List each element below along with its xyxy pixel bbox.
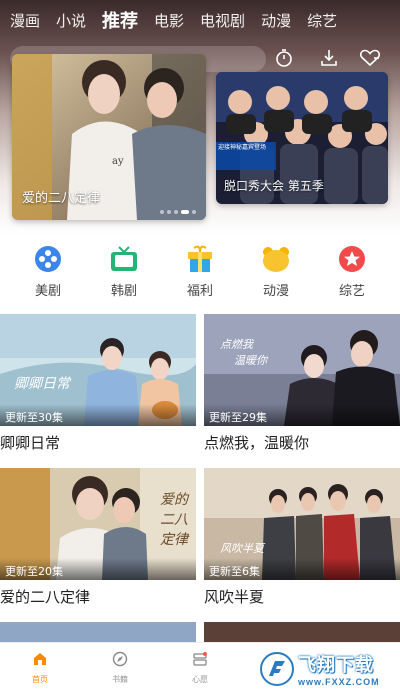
star-icon [336,244,368,274]
watermark-logo-icon [260,652,294,686]
category-anime[interactable]: 动漫 [244,244,308,300]
tv-icon [108,244,140,274]
episode-badge: 更新至29集 [204,404,400,426]
nav-label: 首页 [32,675,48,684]
carousel-dot[interactable] [192,210,196,214]
favorite-icon[interactable] [356,44,384,72]
nav-home[interactable]: 首页 [0,643,80,694]
category-label: 综艺 [338,284,365,299]
category-grid: 美剧 韩剧 福利 动漫 综艺 [0,244,400,300]
video-thumbnail[interactable]: 爱的 二八 定律 更新至20集 [0,468,196,580]
carousel-dot[interactable] [160,210,164,214]
category-label: 美剧 [34,284,61,299]
episode-badge: 更新至20集 [0,558,196,580]
site-watermark: 飞翔下载 www.FXXZ.COM [256,644,400,694]
carousel-dot[interactable] [167,210,171,214]
video-thumbnail[interactable]: 点燃我 温暖你 更新至29集 [204,314,400,426]
banner-side-overlay: 迎接神秘嘉宾登场 [218,145,267,151]
tab-manhua[interactable]: 漫画 [10,10,40,31]
episode-badge: 更新至30集 [0,404,196,426]
watermark-title: 飞翔下载 [298,655,374,676]
poster-title-art: 卿卿日常 [14,376,72,392]
tab-anime[interactable]: 动漫 [261,10,291,31]
carousel-dots [160,210,196,214]
video-title[interactable]: 卿卿日常 [0,432,196,453]
category-welfare[interactable]: 福利 [168,244,232,300]
video-thumbnail[interactable]: 风吹半夏 更新至6集 [204,468,400,580]
top-tab-bar: 漫画 小说 推荐 电影 电视剧 动漫 综艺 [0,0,400,40]
film-reel-icon [32,244,64,274]
video-card[interactable]: 卿卿日常 更新至30集 卿卿日常 [0,314,196,453]
video-card[interactable]: 爱的 二八 定律 更新至20集 爱的二八定律 [0,468,196,607]
tab-tv-series[interactable]: 电视剧 [200,10,245,31]
compass-icon [112,651,128,672]
video-card[interactable]: 点燃我 温暖你 更新至29集 点燃我，温暖你 [204,314,400,453]
svg-text:ay: ay [112,156,124,167]
history-icon[interactable] [270,44,298,72]
carousel-dot-active[interactable] [181,210,189,214]
wish-icon [192,651,208,672]
category-variety[interactable]: 综艺 [320,244,384,300]
banner-side[interactable]: 迎接神秘嘉宾登场 脱口秀大会 第五季 [216,72,388,204]
nav-wish[interactable]: 心愿 [160,643,240,694]
banner-main-caption: 爱的二八定律 [22,191,101,206]
svg-text:温暖你: 温暖你 [234,354,269,367]
banner-side-caption: 脱口秀大会 第五季 [224,179,324,193]
svg-text:二八: 二八 [160,512,188,528]
banner-main[interactable]: ay 爱的二八定律 [12,54,206,220]
gift-icon [184,244,216,274]
category-label: 韩剧 [110,284,137,299]
video-title[interactable]: 风吹半夏 [204,586,400,607]
next-row-thumbnail[interactable] [204,622,400,642]
video-thumbnail[interactable]: 卿卿日常 更新至30集 [0,314,196,426]
tab-novel[interactable]: 小说 [56,10,86,31]
video-card[interactable]: 风吹半夏 更新至6集 风吹半夏 [204,468,400,607]
nav-label: 心愿 [192,675,208,684]
download-icon[interactable] [315,44,343,72]
category-us-drama[interactable]: 美剧 [16,244,80,300]
tab-movie[interactable]: 电影 [154,10,184,31]
tab-recommend[interactable]: 推荐 [102,7,138,33]
poster-title-art: 点燃我 [220,338,254,351]
video-title[interactable]: 爱的二八定律 [0,586,196,607]
poster-title-art: 爱的 [160,492,190,508]
next-row-thumbnail[interactable] [0,622,196,642]
bear-icon [260,244,292,274]
poster-title-art: 风吹半夏 [220,542,266,555]
category-label: 福利 [186,284,213,299]
carousel-dot[interactable] [174,210,178,214]
video-title[interactable]: 点燃我，温暖你 [204,432,400,453]
nav-label: 书籍 [112,675,128,684]
episode-badge: 更新至6集 [204,558,400,580]
svg-text:定律: 定律 [160,532,190,548]
tab-variety[interactable]: 综艺 [307,10,337,31]
nav-books[interactable]: 书籍 [80,643,160,694]
home-icon [32,651,48,672]
category-label: 动漫 [262,284,289,299]
watermark-url: www.FXXZ.COM [298,677,380,687]
category-korean-drama[interactable]: 韩剧 [92,244,156,300]
